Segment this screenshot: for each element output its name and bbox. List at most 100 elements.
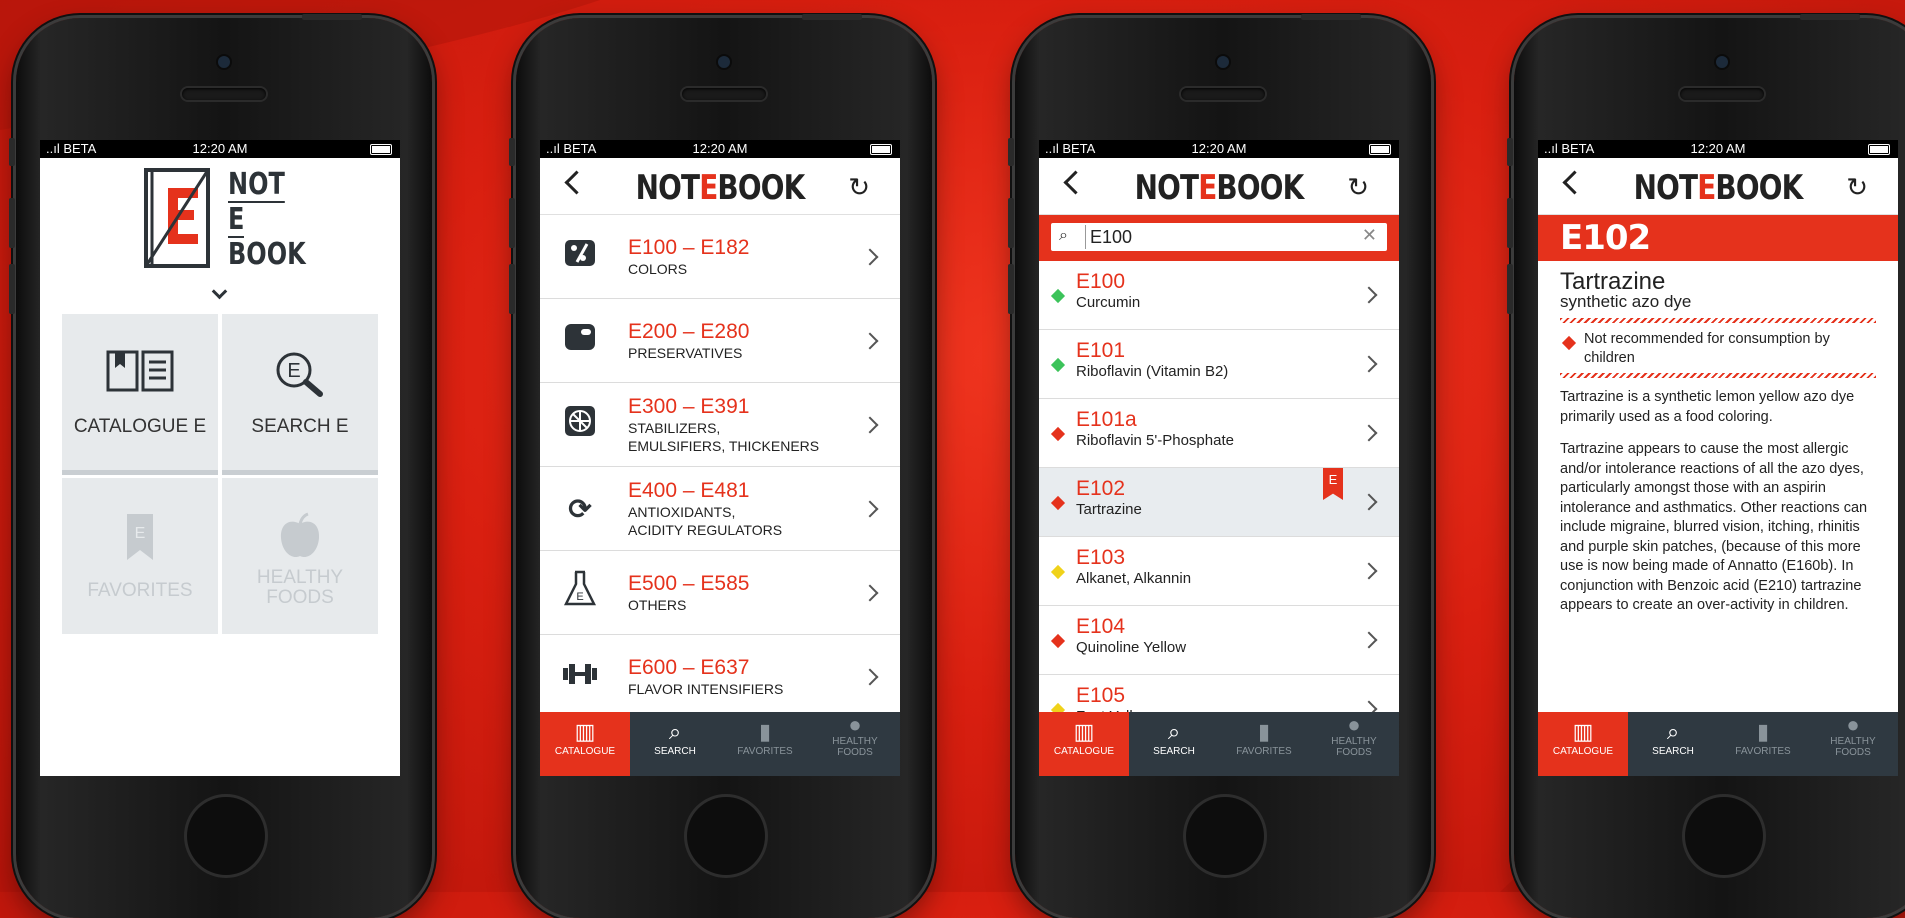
description-paragraph: Tartrazine is a synthetic lemon yellow a… <box>1560 389 1855 425</box>
app-title: NOTEBOOK <box>1071 168 1366 208</box>
tile-healthy-foods-label: HEALTHY FOODS <box>256 567 344 608</box>
tile-search[interactable]: E SEARCH E <box>222 314 378 475</box>
additive-code-header: E102 <box>1538 215 1898 261</box>
list-item[interactable]: E103 Alkanet, Alkannin <box>1039 537 1399 606</box>
search-icon: ⌕ <box>1666 719 1680 744</box>
bookmark-icon: E <box>127 514 153 560</box>
list-item[interactable]: E102 Tartrazine E <box>1039 468 1399 537</box>
category-range: E600 – E637 <box>628 655 750 679</box>
tab-label: FAVORITES <box>1236 746 1292 757</box>
chevron-right-icon <box>1360 562 1378 580</box>
tab-label: SEARCH <box>1153 746 1195 757</box>
danger-status-icon <box>1050 633 1066 649</box>
tab-search[interactable]: ⌕ SEARCH <box>1628 712 1718 776</box>
favorite-bookmark-icon[interactable]: E <box>1323 468 1343 500</box>
list-item[interactable]: E101 Riboflavin (Vitamin B2) <box>1039 330 1399 399</box>
tab-healthy-foods[interactable]: ● HEALTHY FOODS <box>1808 712 1898 776</box>
tile-catalogue-label: CATALOGUE E <box>73 416 207 437</box>
search-input[interactable] <box>1085 225 1352 249</box>
chevron-right-icon <box>861 332 879 350</box>
home-screen: ..ıl BETA 12:20 AM NOT E BOOK CATALOGUE … <box>40 140 400 776</box>
tab-search[interactable]: ⌕ SEARCH <box>630 712 720 776</box>
palette-icon <box>560 236 600 278</box>
warning-text: Not recommended for consumption by child… <box>1584 331 1830 366</box>
speaker <box>682 88 766 100</box>
speaker <box>1680 88 1764 100</box>
app-title: NOTEBOOK <box>572 168 867 208</box>
dumbbell-icon <box>560 660 600 694</box>
tile-healthy-foods[interactable]: HEALTHY FOODS <box>222 478 378 634</box>
tab-catalogue[interactable]: ▥ CATALOGUE <box>540 712 630 776</box>
tab-catalogue[interactable]: ▥ CATALOGUE <box>1538 712 1628 776</box>
status-bar: ..ıl BETA 12:20 AM <box>540 140 900 158</box>
camera <box>1716 56 1728 68</box>
tab-label: FAVORITES <box>1735 746 1791 757</box>
svg-text:E: E <box>287 360 300 382</box>
home-button[interactable] <box>184 794 268 878</box>
additive-name: Alkanet, Alkannin <box>1076 570 1192 587</box>
search-e-icon: E <box>276 352 323 397</box>
list-item[interactable]: ⟳ E400 – E481 ANTIOXIDANTS, ACIDITY REGUL… <box>540 467 900 551</box>
tab-label: CATALOGUE <box>554 746 616 757</box>
tab-healthy-foods[interactable]: ● HEALTHY FOODS <box>1309 712 1399 776</box>
app-logo: NOT E BOOK <box>144 166 306 276</box>
category-range: E200 – E280 <box>628 319 750 343</box>
chevron-right-icon <box>1360 424 1378 442</box>
title-e: E <box>1697 168 1716 208</box>
tab-catalogue[interactable]: ▥ CATALOGUE <box>1039 712 1129 776</box>
list-item[interactable]: E100 Curcumin <box>1039 261 1399 330</box>
tile-catalogue[interactable]: CATALOGUE E <box>62 314 218 475</box>
list-item[interactable]: E104 Quinoline Yellow <box>1039 606 1399 675</box>
camera <box>1217 56 1229 68</box>
danger-status-icon <box>1050 495 1066 511</box>
tile-search-label: SEARCH E <box>251 416 349 437</box>
refresh-icon[interactable]: ↻ <box>848 172 870 203</box>
category-range: E100 – E182 <box>628 235 750 259</box>
tab-search[interactable]: ⌕ SEARCH <box>1129 712 1219 776</box>
status-bar: ..ıl BETA 12:20 AM <box>1538 140 1898 158</box>
list-item[interactable]: E101a Riboflavin 5'-Phosphate <box>1039 399 1399 468</box>
list-item[interactable]: E E500 – E585 OTHERS <box>540 551 900 635</box>
tab-label: SEARCH <box>1652 746 1694 757</box>
home-button[interactable] <box>684 794 768 878</box>
home-button[interactable] <box>1682 794 1766 878</box>
search-screen: ..ıl BETA 12:20 AM NOTEBOOK ↻ ⌕ ✕ E100 C… <box>1039 140 1399 776</box>
fan-icon <box>560 404 600 446</box>
tile-favorites[interactable]: E FAVORITES <box>62 478 218 634</box>
list-item[interactable]: E100 – E182 COLORS <box>540 215 900 299</box>
additive-name: Riboflavin (Vitamin B2) <box>1076 363 1229 380</box>
battery-icon <box>1369 144 1391 155</box>
tab-healthy-foods[interactable]: ● HEALTHY FOODS <box>810 712 900 776</box>
category-label: COLORS <box>628 260 688 277</box>
additive-code: E105 <box>1076 684 1126 707</box>
list-item[interactable]: E600 – E637 FLAVOR INTENSIFIERS <box>540 635 900 719</box>
apple-icon: ● <box>848 712 862 737</box>
refresh-icon[interactable]: ↻ <box>1347 172 1369 203</box>
catalogue-icon: ▥ <box>1073 719 1095 744</box>
can-icon <box>560 320 600 362</box>
category-label: STABILIZERS, EMULSIFIERS, THICKENERS <box>628 419 820 454</box>
tile-favorites-label: FAVORITES <box>87 580 193 601</box>
tab-favorites[interactable]: ▮ FAVORITES <box>1219 712 1309 776</box>
chevron-right-icon <box>1360 355 1378 373</box>
tab-favorites[interactable]: ▮ FAVORITES <box>1718 712 1808 776</box>
tab-favorites[interactable]: ▮ FAVORITES <box>720 712 810 776</box>
list-item[interactable]: E300 – E391 STABILIZERS, EMULSIFIERS, THI… <box>540 383 900 467</box>
safe-status-icon <box>1050 288 1066 304</box>
title-part: BOOK <box>1216 168 1304 208</box>
tab-label: FAVORITES <box>737 746 793 757</box>
divider <box>1560 373 1876 378</box>
phone-home: ..ıl BETA 12:20 AM NOT E BOOK CATALOGUE … <box>9 14 432 918</box>
refresh-icon[interactable]: ↻ <box>1846 172 1868 203</box>
list-item[interactable]: E200 – E280 PRESERVATIVES <box>540 299 900 383</box>
clear-icon[interactable]: ✕ <box>1362 225 1377 246</box>
chevron-down-icon[interactable] <box>211 283 228 300</box>
detail-screen: ..ıl BETA 12:20 AM NOTEBOOK ↻ E102 Tartr… <box>1538 140 1898 776</box>
logo-line-book: BOOK <box>228 237 306 272</box>
phone-detail: ..ıl BETA 12:20 AM NOTEBOOK ↻ E102 Tartr… <box>1507 14 1905 918</box>
nav-bar: NOTEBOOK ↻ <box>1538 158 1898 215</box>
search-icon: ⌕ <box>1167 719 1181 744</box>
search-results: E100 Curcumin E101 Riboflavin (Vitamin B… <box>1039 261 1399 744</box>
home-button[interactable] <box>1183 794 1267 878</box>
chevron-right-icon <box>1360 631 1378 649</box>
